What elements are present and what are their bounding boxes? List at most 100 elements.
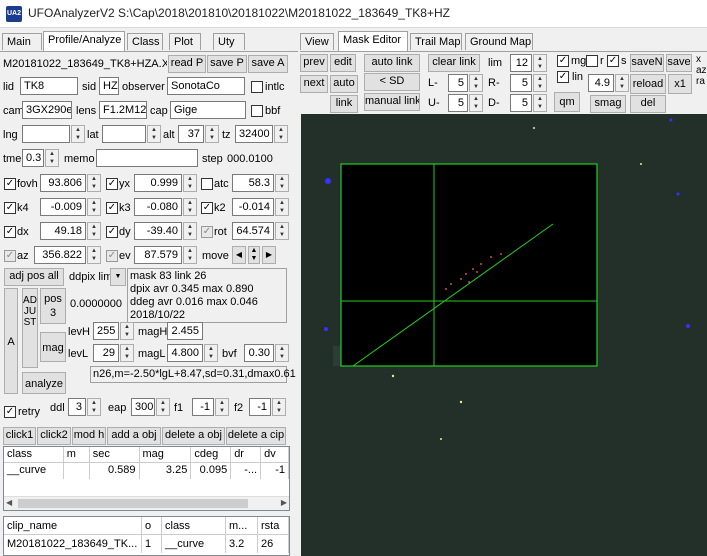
f1-field[interactable]: -1 <box>192 398 214 416</box>
rot-checkbox[interactable]: ✓ <box>201 226 213 238</box>
lin-checkbox[interactable]: ✓ <box>557 71 569 83</box>
col-rsta[interactable]: rsta <box>258 517 289 534</box>
del-button[interactable]: del <box>630 95 666 113</box>
move-updown-button[interactable]: ▲ ▼ <box>248 246 260 264</box>
delete-obj-button[interactable]: delete a obj <box>162 427 225 445</box>
f2-spinner[interactable]: ▲ ▼ <box>272 398 286 416</box>
sid-field[interactable]: HZ <box>99 77 119 95</box>
mg-checkbox[interactable]: ✓ <box>557 55 569 67</box>
saven-button[interactable]: saveN <box>630 54 664 72</box>
fovh-checkbox[interactable]: ✓ <box>4 178 16 190</box>
x1-button[interactable]: x1 <box>668 74 692 94</box>
dy-spinner[interactable]: ▲ ▼ <box>183 222 197 240</box>
save-button[interactable]: save <box>666 54 692 72</box>
smag-button[interactable]: smag <box>590 95 626 113</box>
mag-button[interactable]: mag <box>40 332 66 362</box>
ev-spinner[interactable]: ▲ ▼ <box>183 246 197 264</box>
scroll-right-icon[interactable]: ▶ <box>281 498 287 507</box>
k2-checkbox[interactable]: ✓ <box>201 202 213 214</box>
tab-profile-analyze[interactable]: Profile/Analyze <box>43 31 125 51</box>
qm-button[interactable]: qm <box>554 92 580 112</box>
fovh-field[interactable]: 93.806 <box>40 174 86 192</box>
col-mag[interactable]: mag <box>140 447 192 462</box>
tab-class[interactable]: Class <box>127 33 163 50</box>
k4-checkbox[interactable]: ✓ <box>4 202 16 214</box>
ev-field[interactable]: 87.579 <box>134 246 182 264</box>
move-left-button[interactable]: ◀ <box>232 246 246 264</box>
k4-field[interactable]: -0.009 <box>40 198 86 216</box>
levl-field[interactable]: 29 <box>93 344 119 362</box>
clear-link-button[interactable]: clear link <box>428 54 480 72</box>
auto-link-button[interactable]: auto link <box>364 54 420 72</box>
k2-spinner[interactable]: ▲ ▼ <box>275 198 289 216</box>
move-right-button[interactable]: ▶ <box>262 246 276 264</box>
f1-spinner[interactable]: ▲ ▼ <box>215 398 229 416</box>
lat-spinner[interactable]: ▲ ▼ <box>147 125 161 143</box>
save-a-button[interactable]: save A <box>248 55 288 73</box>
tme-spinner[interactable]: ▲ ▼ <box>45 149 59 167</box>
col-dv[interactable]: dv <box>261 447 289 462</box>
cam-field[interactable]: 3GX290e <box>22 101 72 119</box>
az-checkbox[interactable]: ✓ <box>4 250 16 262</box>
retry-checkbox[interactable]: ✓ <box>4 406 16 418</box>
tz-field[interactable]: 32400 <box>235 125 273 143</box>
alt-field[interactable]: 37 <box>178 125 204 143</box>
l-field[interactable]: 5 <box>448 74 468 92</box>
l-spinner[interactable]: ▲ ▼ <box>469 74 483 92</box>
levh-spinner[interactable]: ▲ ▼ <box>120 322 134 340</box>
cap-field[interactable]: Gige <box>170 101 246 119</box>
observer-field[interactable]: SonotaCo <box>167 77 245 95</box>
click1-button[interactable]: click1 <box>3 427 36 445</box>
r-dist-spinner[interactable]: ▲ ▼ <box>533 74 547 92</box>
reload-button[interactable]: reload <box>630 74 666 94</box>
eap-field[interactable]: 300 <box>131 398 155 416</box>
d-field[interactable]: 5 <box>510 94 532 112</box>
pos3-button[interactable]: pos 3 <box>40 288 66 324</box>
levl-spinner[interactable]: ▲ ▼ <box>120 344 134 362</box>
tab-plot[interactable]: Plot <box>169 33 201 50</box>
lim-spinner[interactable]: ▲ ▼ <box>533 54 547 72</box>
manual-link-button[interactable]: manual link <box>364 93 420 111</box>
bvf-spinner[interactable]: ▲ ▼ <box>275 344 289 362</box>
lin-field[interactable]: 4.9 <box>588 74 614 92</box>
table-row[interactable]: __curve 0.589 3.25 0.095 -... -1 <box>4 463 289 479</box>
ddl-spinner[interactable]: ▲ ▼ <box>87 398 101 416</box>
atc-spinner[interactable]: ▲ ▼ <box>275 174 289 192</box>
ev-checkbox[interactable]: ✓ <box>106 250 118 262</box>
a-button[interactable]: A <box>4 288 18 394</box>
dx-spinner[interactable]: ▲ ▼ <box>87 222 101 240</box>
edit-button[interactable]: edit <box>330 54 356 72</box>
u-field[interactable]: 5 <box>448 94 468 112</box>
lat-field[interactable] <box>102 125 146 143</box>
k3-spinner[interactable]: ▲ ▼ <box>183 198 197 216</box>
yx-checkbox[interactable]: ✓ <box>106 178 118 190</box>
sd-button[interactable]: < SD <box>364 73 420 91</box>
tab-mask-editor[interactable]: Mask Editor <box>338 31 408 51</box>
col-sec[interactable]: sec <box>90 447 140 462</box>
ddl-field[interactable]: 3 <box>68 398 86 416</box>
dy-field[interactable]: -39.40 <box>134 222 182 240</box>
tz-spinner[interactable]: ▲ ▼ <box>274 125 288 143</box>
col-dr[interactable]: dr <box>231 447 262 462</box>
intlc-checkbox[interactable] <box>251 81 263 93</box>
scrollbar-thumb[interactable] <box>18 499 248 508</box>
dx-field[interactable]: 49.18 <box>40 222 86 240</box>
az-spinner[interactable]: ▲ ▼ <box>87 246 101 264</box>
add-obj-button[interactable]: add a obj <box>107 427 161 445</box>
tab-trail-map[interactable]: Trail Map <box>410 33 462 50</box>
eap-spinner[interactable]: ▲ ▼ <box>156 398 170 416</box>
u-spinner[interactable]: ▲ ▼ <box>469 94 483 112</box>
atc-checkbox[interactable] <box>201 178 213 190</box>
memo-field[interactable] <box>96 149 198 167</box>
az-field[interactable]: 356.822 <box>34 246 86 264</box>
class-table-scrollbar[interactable]: ◀ ▶ <box>4 496 289 510</box>
col-clip-name[interactable]: clip_name <box>4 517 142 534</box>
read-p-button[interactable]: read P <box>168 55 206 73</box>
adjust-button[interactable]: ADJUST <box>22 288 38 368</box>
lng-field[interactable] <box>22 125 70 143</box>
col-cdeg[interactable]: cdeg <box>191 447 232 462</box>
k3-field[interactable]: -0.080 <box>134 198 182 216</box>
col-class[interactable]: class <box>4 447 64 462</box>
scroll-left-icon[interactable]: ◀ <box>6 498 12 507</box>
dx-checkbox[interactable]: ✓ <box>4 226 16 238</box>
